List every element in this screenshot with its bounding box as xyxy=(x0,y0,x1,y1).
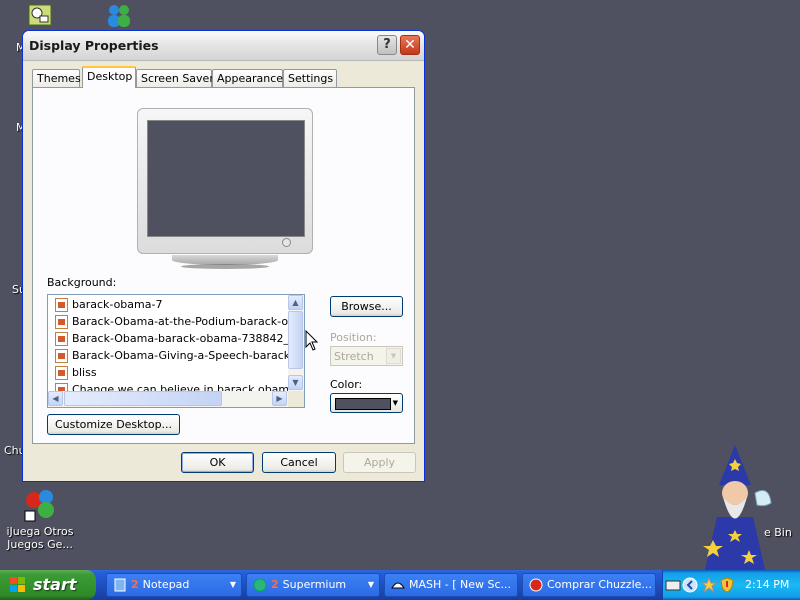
taskbar: start 2 Notepad ▼ 2 Supermium ▼ MASH - [ N… xyxy=(0,570,800,600)
list-item-label: barack-obama-7 xyxy=(72,298,163,311)
scroll-down-button[interactable]: ▼ xyxy=(288,375,303,390)
image-file-icon xyxy=(55,366,68,380)
chuzzle-icon xyxy=(529,578,543,592)
task-label: Notepad xyxy=(142,578,190,591)
desktop-icon-label-ijuega: iJuega Otros Juegos Ge... xyxy=(6,525,74,551)
chevron-down-icon: ▼ xyxy=(392,399,398,407)
start-label: start xyxy=(33,575,77,594)
windows-logo-icon xyxy=(10,577,25,592)
start-button[interactable]: start xyxy=(0,570,96,600)
tab-screen-saver[interactable]: Screen Saver xyxy=(136,69,214,87)
monitor-base-shadow xyxy=(181,264,269,269)
apply-button[interactable]: Apply xyxy=(343,452,416,473)
background-label: Background: xyxy=(47,276,117,289)
scrollbar-corner xyxy=(288,391,304,407)
system-tray: 2:14 PM xyxy=(662,570,800,600)
tab-desktop[interactable]: Desktop xyxy=(82,66,136,88)
merlin-wizard-agent[interactable] xyxy=(695,445,775,570)
star-icon[interactable] xyxy=(701,577,717,593)
taskbar-button-notepad[interactable]: 2 Notepad ▼ xyxy=(106,573,242,597)
tab-settings[interactable]: Settings xyxy=(283,69,337,87)
color-label: Color: xyxy=(330,378,363,391)
color-swatch xyxy=(335,398,391,410)
vertical-scrollbar[interactable]: ▲ ▼ xyxy=(288,295,304,391)
horizontal-scrollbar[interactable]: ◀ ▶ xyxy=(48,391,304,407)
browse-button[interactable]: Browse... xyxy=(330,296,403,317)
mouse-cursor-icon xyxy=(305,330,319,351)
image-file-icon xyxy=(55,315,68,329)
taskbar-button-mash[interactable]: MASH - [ New Sc... xyxy=(384,573,518,597)
close-button[interactable]: ✕ xyxy=(400,35,420,55)
scroll-right-button[interactable]: ▶ xyxy=(272,391,287,406)
window-title: Display Properties xyxy=(29,38,159,53)
chevron-down-icon: ▼ xyxy=(367,580,374,589)
desktop-icon-ijuega[interactable] xyxy=(24,488,58,522)
question-mark-icon: ? xyxy=(383,37,391,52)
monitor-clock-icon xyxy=(28,4,52,26)
browser-icon xyxy=(253,578,267,592)
messenger-icon xyxy=(108,5,130,27)
list-item[interactable]: Barack-Obama-Giving-a-Speech-barack-obam… xyxy=(55,347,295,364)
scroll-left-button[interactable]: ◀ xyxy=(48,391,63,406)
list-item[interactable]: bliss xyxy=(55,364,295,381)
horizontal-scroll-thumb[interactable] xyxy=(64,391,222,406)
keyboard-icon[interactable] xyxy=(665,577,681,593)
position-select[interactable]: Stretch ▼ xyxy=(330,346,403,366)
ijuega-icon xyxy=(24,490,54,522)
vertical-scroll-thumb[interactable] xyxy=(288,311,303,369)
list-item-label: Barack-Obama-Giving-a-Speech-barack-obam… xyxy=(72,349,295,362)
desktop-icon-msn[interactable] xyxy=(104,2,130,27)
background-listbox[interactable]: barack-obama-7 Barack-Obama-at-the-Podiu… xyxy=(47,294,305,408)
task-label: Supermium xyxy=(282,578,347,591)
chevron-down-icon: ▼ xyxy=(386,348,401,364)
power-led-icon xyxy=(282,238,291,247)
task-label: Comprar Chuzzle... xyxy=(547,578,652,591)
list-item[interactable]: Barack-Obama-at-the-Podium-barack-obama-… xyxy=(55,313,295,330)
security-shield-icon[interactable] xyxy=(719,577,735,593)
cancel-button[interactable]: Cancel xyxy=(262,452,336,473)
color-picker-button[interactable]: ▼ xyxy=(330,393,403,413)
desktop-tab-panel: Background: barack-obama-7 Barack-Obama-… xyxy=(32,87,415,444)
tab-appearance[interactable]: Appearance xyxy=(212,69,283,87)
image-file-icon xyxy=(55,332,68,346)
task-count: 2 xyxy=(271,578,279,591)
position-select-value: Stretch xyxy=(334,350,374,363)
ok-button[interactable]: OK xyxy=(181,452,254,473)
mash-icon xyxy=(391,582,405,589)
image-file-icon xyxy=(55,298,68,312)
customize-desktop-button[interactable]: Customize Desktop... xyxy=(47,414,180,435)
monitor-preview xyxy=(137,108,313,254)
help-button[interactable]: ? xyxy=(377,35,397,55)
chevron-down-icon: ▼ xyxy=(229,580,236,589)
close-icon: ✕ xyxy=(404,37,416,53)
position-label: Position: xyxy=(330,331,377,344)
show-hidden-icons-button[interactable] xyxy=(682,577,698,593)
notepad-icon xyxy=(114,578,126,592)
image-file-icon xyxy=(55,349,68,363)
list-item[interactable]: Barack-Obama-barack-obama-738842_1600_12 xyxy=(55,330,295,347)
desktop-preview-screen xyxy=(147,120,305,237)
desktop-icon-1[interactable] xyxy=(28,4,52,28)
task-label: MASH - [ New Sc... xyxy=(409,578,512,591)
list-item-label: Barack-Obama-barack-obama-738842_1600_12 xyxy=(72,332,295,345)
list-item-label: Barack-Obama-at-the-Podium-barack-obama-… xyxy=(72,315,295,328)
list-item[interactable]: barack-obama-7 xyxy=(55,296,295,313)
tab-themes[interactable]: Themes xyxy=(32,69,81,87)
display-properties-dialog: Display Properties ? ✕ Themes Desktop Sc… xyxy=(22,30,425,482)
title-bar[interactable]: Display Properties ? ✕ xyxy=(23,31,424,61)
list-item-label: bliss xyxy=(72,366,97,379)
scroll-up-button[interactable]: ▲ xyxy=(288,295,303,310)
taskbar-button-supermium[interactable]: 2 Supermium ▼ xyxy=(246,573,380,597)
clock[interactable]: 2:14 PM xyxy=(745,578,789,591)
taskbar-button-chuzzle[interactable]: Comprar Chuzzle... xyxy=(522,573,656,597)
task-count: 2 xyxy=(131,578,139,591)
